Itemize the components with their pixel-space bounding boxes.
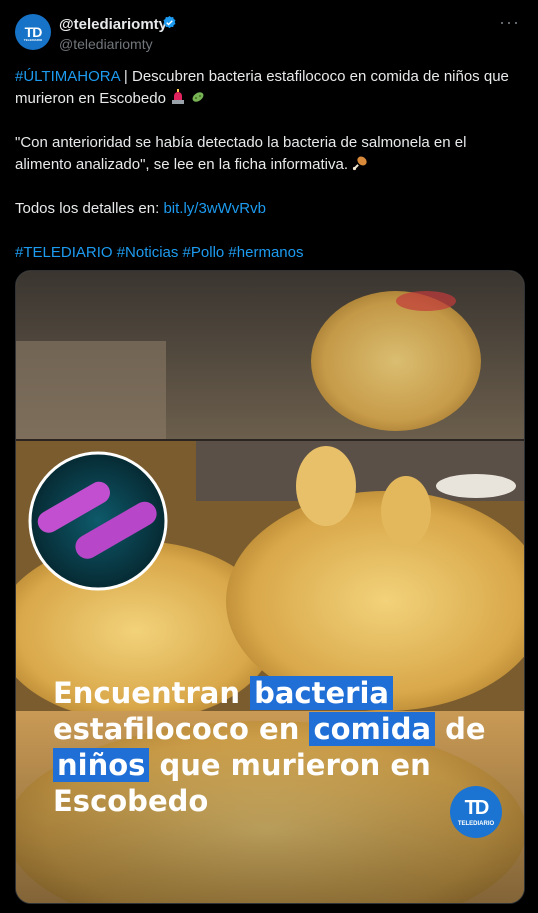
handle[interactable]: @telediariomty <box>59 36 153 52</box>
avatar[interactable]: TD TELEDIARIO <box>15 14 51 50</box>
telediario-logo: TD TELEDIARIO <box>450 786 502 838</box>
image-headline: Encuentran bacteria estafilococo en comi… <box>53 675 513 819</box>
headline-highlight: bacteria <box>250 676 393 710</box>
microbe-emoji-icon <box>192 92 204 102</box>
post-image[interactable]: Encuentran bacteria estafilococo en comi… <box>15 270 525 904</box>
headline-highlight: niños <box>53 748 150 782</box>
headline-part: Encuentran <box>53 676 251 710</box>
post-text: #ÚLTIMAHORA | Descubren bacteria estafil… <box>15 66 520 264</box>
poultry-leg-emoji-icon <box>353 156 367 171</box>
details-link[interactable]: bit.ly/3wWvRvb <box>163 200 266 217</box>
headline-highlight: comida <box>309 712 436 746</box>
siren-emoji-icon <box>172 89 185 104</box>
verified-badge-icon <box>163 15 176 29</box>
hashtag-ultimahora[interactable]: #ÚLTIMAHORA <box>15 68 120 85</box>
hashtags[interactable]: #TELEDIARIO #Noticias #Pollo #hermanos <box>15 244 303 261</box>
post-header: TD TELEDIARIO @telediariomty @telediario… <box>0 0 538 60</box>
details-label: Todos los detalles en: <box>15 200 164 217</box>
quote-text: "Con anterioridad se había detectado la … <box>15 134 467 173</box>
headline-part: estafilococo en <box>53 712 310 746</box>
more-icon[interactable]: ··· <box>499 12 520 33</box>
headline-part: de <box>435 712 486 746</box>
display-name[interactable]: @telediariomty <box>59 16 167 33</box>
